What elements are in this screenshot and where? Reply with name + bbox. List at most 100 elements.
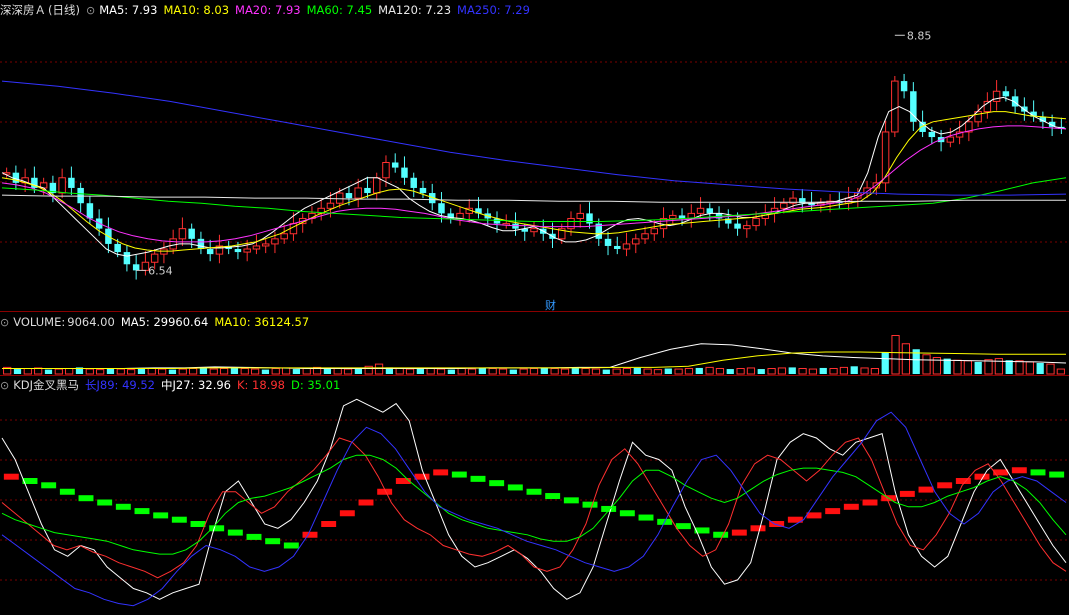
legend-ma120: MA120: 7.23: [378, 3, 452, 17]
finance-tag[interactable]: 财: [545, 298, 556, 312]
volume-bar-up: [23, 368, 32, 375]
volume-bar-down: [509, 369, 517, 374]
candle: [160, 241, 168, 264]
candle: [530, 221, 538, 237]
candle-body-down: [391, 162, 399, 168]
candle: [604, 231, 612, 256]
kdj-legend: 长J89: 49.52 中J27: 32.96 K: 18.98 D: 35.01: [85, 378, 346, 392]
volume-bar-up: [240, 368, 249, 375]
volume-bar-up: [343, 368, 353, 375]
candle: [743, 220, 751, 238]
volume-bar-down: [664, 368, 672, 374]
volume-label: VOLUME: [13, 315, 62, 329]
candle: [410, 172, 417, 198]
kdj-bar-green: [59, 488, 75, 495]
settings-icon[interactable]: ⊙: [0, 315, 9, 331]
volume-bar-up: [178, 368, 187, 375]
candle-body-down: [401, 167, 408, 178]
candle-body-up: [354, 187, 362, 199]
volume-bar-up: [963, 360, 972, 375]
kdj-bar-green: [134, 508, 150, 515]
candle-body-down: [188, 228, 195, 239]
candle-body-down: [206, 249, 214, 255]
volume-bar-up: [85, 368, 94, 375]
volume-bar-down: [819, 367, 827, 374]
candle-body-down: [123, 252, 131, 265]
candle: [317, 199, 325, 221]
volume-bar-up: [1046, 363, 1055, 375]
candle: [372, 172, 381, 201]
volume-bar-up: [767, 368, 776, 375]
volume-bar-up: [281, 367, 291, 375]
stock-chart[interactable]: 8.85 6.54 财: [0, 0, 1069, 615]
volume-bar-up: [209, 368, 218, 375]
volume-bar-up: [870, 368, 880, 375]
settings-icon[interactable]: ⊙: [0, 378, 9, 394]
kdj-bar-green: [713, 531, 729, 538]
volume-bar-up: [560, 368, 570, 375]
candle-body-down: [438, 203, 445, 214]
candle: [1030, 100, 1037, 122]
candle: [391, 153, 399, 173]
candle: [659, 207, 668, 238]
candle: [252, 234, 261, 255]
legend-j89: 长J89: 49.52: [85, 378, 155, 392]
candle: [808, 192, 815, 211]
candle: [780, 198, 788, 214]
kdj-bar-green: [545, 493, 561, 500]
candle: [891, 75, 899, 138]
volume-bar-up: [622, 368, 632, 375]
volume-bar-up: [674, 368, 683, 375]
volume-bar-up: [457, 368, 466, 375]
volume-bar-up: [643, 368, 652, 375]
candle: [521, 223, 528, 241]
candle-body-up: [178, 228, 187, 240]
volume-bar-down: [757, 369, 765, 374]
volume-bar-up: [746, 367, 756, 375]
volume-bar-down: [850, 366, 858, 374]
volume-bar-up: [147, 368, 156, 375]
candle-body-down: [77, 187, 84, 204]
settings-icon[interactable]: ⊙: [86, 3, 95, 19]
volume-bar-up: [250, 368, 260, 375]
volume-bar-up: [271, 368, 280, 375]
kdj-bar-red: [806, 512, 822, 519]
candle-body-up: [567, 217, 575, 230]
candle-body-up: [261, 243, 270, 247]
volume-bar-down: [633, 367, 641, 374]
candle: [965, 116, 973, 142]
kdj-bar-red: [339, 510, 355, 517]
volume-bar-up: [1056, 368, 1065, 375]
kdj-bar-red: [750, 525, 766, 532]
kdj-bar-green: [489, 480, 505, 487]
kdj-bar-green: [563, 497, 579, 504]
kdj-bar-green: [190, 521, 206, 527]
high-price-label: 8.85: [907, 29, 932, 42]
candle: [512, 212, 519, 236]
candle: [58, 168, 66, 199]
candle-body-up: [243, 248, 251, 253]
volume-bar-down: [943, 358, 951, 374]
candle: [280, 224, 288, 244]
candle-body-down: [68, 177, 75, 188]
volume-bar-up: [436, 368, 446, 375]
volume-bar-up: [984, 359, 993, 375]
volume-bar-up: [705, 366, 714, 375]
volume-bar-down: [447, 369, 455, 374]
kdj-bar-green: [470, 475, 486, 482]
volume-bar-up: [581, 368, 590, 375]
legend-ma10: MA10: 8.03: [163, 3, 230, 17]
volume-bar-up: [395, 368, 404, 375]
kdj-bar-red: [414, 473, 430, 480]
ma-line-ma60: [1, 177, 1067, 222]
candle-body-down: [410, 177, 417, 188]
volume-bar-up: [653, 369, 663, 375]
kdj-bar-green: [619, 510, 635, 517]
volume-ma-legend: MA5: 29960.64 MA10: 36124.57: [121, 315, 315, 329]
candle-body-down: [197, 238, 205, 250]
kdj-bar-red: [918, 486, 934, 493]
volume-bar-down: [106, 368, 115, 374]
volume-bar-down: [726, 369, 734, 374]
candle-body-down: [604, 238, 612, 246]
kdj-bar-red: [3, 473, 19, 480]
